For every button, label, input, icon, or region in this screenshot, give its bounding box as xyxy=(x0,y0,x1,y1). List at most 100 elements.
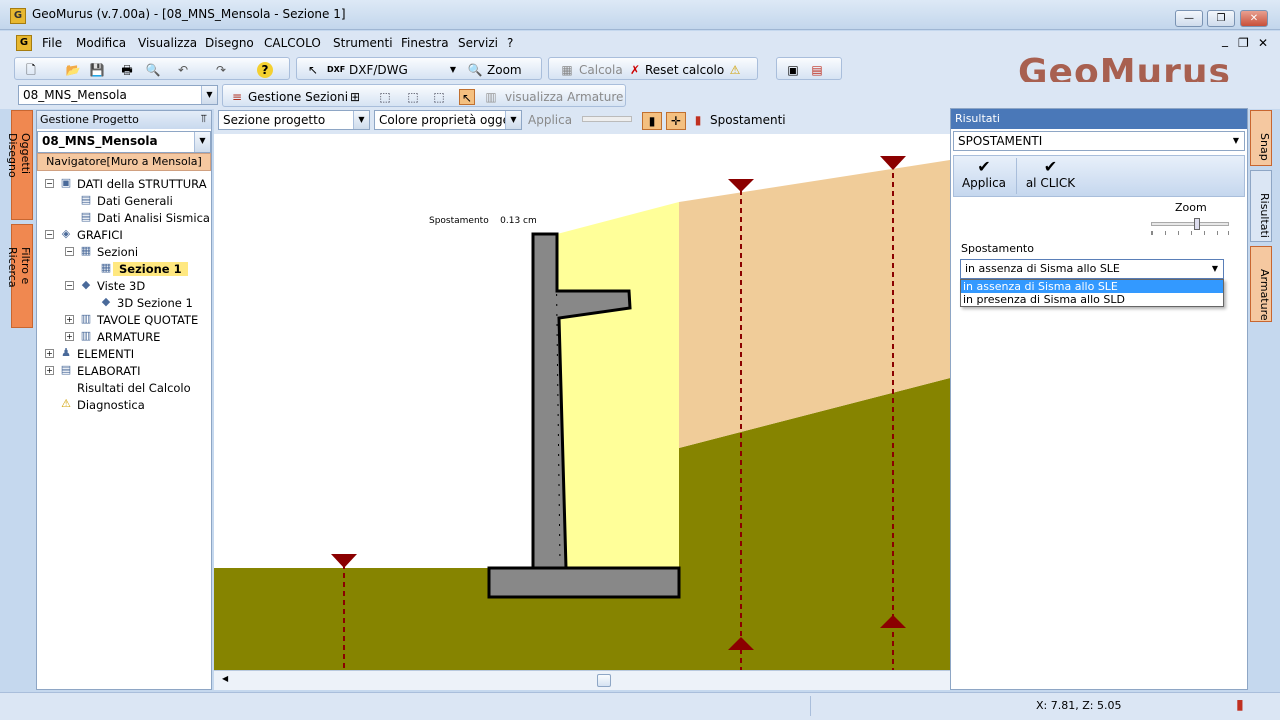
zoom-slider-track[interactable] xyxy=(1151,218,1229,230)
spostamenti-button[interactable]: Spostamenti xyxy=(710,113,786,127)
close-button[interactable]: ✕ xyxy=(1240,10,1268,27)
tree-item[interactable]: − ◈ GRAFICI xyxy=(37,226,209,243)
chart-status-icon[interactable]: ▮ xyxy=(1236,697,1244,713)
zoom-window-icon[interactable]: ⬚ xyxy=(405,89,421,105)
menu-servizi[interactable]: Servizi xyxy=(458,36,498,50)
transparency-slider[interactable] xyxy=(582,116,632,122)
dropdown-option-sld[interactable]: in presenza di Sisma allo SLD xyxy=(961,293,1223,306)
reset-calcolo-button[interactable]: Reset calcolo xyxy=(645,63,724,77)
tree-item[interactable]: − ▦ Sezioni xyxy=(37,243,209,260)
sezione-combo[interactable]: Sezione progetto ▼ xyxy=(218,110,370,130)
menu-help[interactable]: ? xyxy=(507,36,513,50)
menu-file[interactable]: File xyxy=(42,36,62,50)
help-icon[interactable]: ? xyxy=(257,62,273,78)
menu-disegno[interactable]: Disegno xyxy=(205,36,254,50)
undo-icon[interactable]: ↶ xyxy=(175,62,191,78)
visualizza-armature-button[interactable]: visualizza Armature xyxy=(505,90,623,104)
zoom-slider-thumb[interactable] xyxy=(1194,218,1200,230)
tree-item[interactable]: + ▤ ELABORATI xyxy=(37,362,209,379)
armature-icon: ▥ xyxy=(485,90,497,104)
tab-armature[interactable]: Armature xyxy=(1250,246,1272,322)
tree-item[interactable]: ▤ Dati Generali xyxy=(37,192,209,209)
scroll-left-icon[interactable]: ◀ xyxy=(222,674,228,683)
zoom-button[interactable]: Zoom xyxy=(487,63,522,77)
zoom-extents-icon[interactable]: ⬚ xyxy=(377,89,393,105)
new-file-icon[interactable]: 🗋 xyxy=(23,62,39,78)
tree-item[interactable]: ⚠ Diagnostica xyxy=(37,396,209,413)
mdi-minimize-button[interactable]: _ xyxy=(1222,33,1228,47)
menu-finestra[interactable]: Finestra xyxy=(401,36,449,50)
tree-item[interactable]: ▦ Sezione 1 xyxy=(37,260,209,277)
export-pdf-icon[interactable]: ▤ xyxy=(809,62,825,78)
pointer-icon[interactable]: ↖ xyxy=(305,62,321,78)
bar-chart-icon[interactable]: ▮ xyxy=(642,112,662,130)
tree-item[interactable]: ◆ 3D Sezione 1 xyxy=(37,294,209,311)
expand-icon[interactable]: + xyxy=(65,315,74,324)
grid-icon[interactable]: ⊞ xyxy=(347,89,363,105)
colore-combo[interactable]: Colore proprietà oggetti ▼ xyxy=(374,110,522,130)
collapse-icon[interactable]: − xyxy=(45,230,54,239)
tree-item[interactable]: − ▣ DATI della STRUTTURA xyxy=(37,175,209,192)
collapse-icon[interactable]: − xyxy=(45,179,54,188)
applica-results-button[interactable]: ✔ Applica xyxy=(956,158,1012,194)
al-click-button[interactable]: ✔ al CLICK xyxy=(1016,158,1084,194)
calcola-button[interactable]: Calcola xyxy=(579,63,623,77)
zoom-label: Zoom xyxy=(1175,201,1207,214)
dxf-dwg-button[interactable]: DXF/DWG xyxy=(349,63,408,77)
menu-visualizza[interactable]: Visualizza xyxy=(138,36,197,50)
zoom-icon: 🔍 xyxy=(467,63,483,77)
tree-node-icon: ◈ xyxy=(61,227,71,240)
menu-modifica[interactable]: Modifica xyxy=(76,36,126,50)
tree-item[interactable]: + ▥ TAVOLE QUOTATE xyxy=(37,311,209,328)
tab-oggetti-disegno[interactable]: Oggetti Disegno xyxy=(6,110,33,220)
applica-button[interactable]: Applica xyxy=(528,113,572,127)
menu-strumenti[interactable]: Strumenti xyxy=(333,36,393,50)
gestione-sezioni-button[interactable]: Gestione Sezioni xyxy=(248,90,348,104)
dxf-icon: DXF xyxy=(327,65,346,74)
spostamento-select[interactable]: in assenza di Sisma allo SLE ▼ xyxy=(960,259,1224,279)
print-preview-icon[interactable]: 🔍 xyxy=(145,62,161,78)
status-separator xyxy=(810,696,811,716)
dropdown-arrow-icon[interactable]: ▼ xyxy=(445,62,461,78)
tree-item-label: Risultati del Calcolo xyxy=(77,381,191,395)
results-panel: Risultati SPOSTAMENTI ▼ ✔ Applica ✔ al C… xyxy=(950,108,1248,690)
mdi-restore-button[interactable]: ❐ xyxy=(1238,36,1249,50)
mdi-close-button[interactable]: ✕ xyxy=(1258,36,1268,50)
tree-item[interactable]: ▤ Dati Analisi Sismica xyxy=(37,209,210,226)
project-combo[interactable]: 08_MNS_Mensola ▼ xyxy=(37,131,211,153)
reset-icon: ✗ xyxy=(629,63,641,77)
menu-calcolo[interactable]: CALCOLO xyxy=(264,36,321,50)
expand-icon[interactable]: + xyxy=(65,332,74,341)
tree-item[interactable]: + ▥ ARMATURE xyxy=(37,328,209,345)
zoom-fit-icon[interactable]: ⬚ xyxy=(431,89,447,105)
doc-icon[interactable]: G xyxy=(16,35,32,51)
warning-icon[interactable]: ⚠ xyxy=(727,62,743,78)
export-image-icon[interactable]: ▣ xyxy=(785,62,801,78)
expand-icon[interactable]: + xyxy=(45,349,54,358)
scroll-thumb[interactable] xyxy=(597,674,611,687)
file-combo[interactable]: 08_MNS_Mensola ▼ xyxy=(18,85,218,105)
tab-snap[interactable]: Snap xyxy=(1250,110,1272,166)
redo-icon[interactable]: ↷ xyxy=(213,62,229,78)
collapse-icon[interactable]: − xyxy=(65,247,74,256)
minimize-button[interactable]: — xyxy=(1175,10,1203,27)
tab-filtro-ricerca[interactable]: Filtro e Ricerca xyxy=(6,224,33,328)
collapse-icon[interactable]: − xyxy=(65,281,74,290)
open-folder-icon[interactable]: 📂 xyxy=(65,62,81,78)
tree-item[interactable]: Risultati del Calcolo xyxy=(37,379,209,396)
tree-item[interactable]: − ◆ Viste 3D xyxy=(37,277,209,294)
dropdown-option-sle[interactable]: in assenza di Sisma allo SLE xyxy=(961,280,1223,293)
restore-button[interactable]: ❐ xyxy=(1207,10,1235,27)
navigator-label: Navigatore[Muro a Mensola] xyxy=(37,153,211,171)
results-combo[interactable]: SPOSTAMENTI ▼ xyxy=(953,131,1245,151)
pin-icon[interactable]: ⫪ xyxy=(201,112,207,126)
tab-risultati[interactable]: Risultati xyxy=(1250,170,1272,242)
drawing-canvas[interactable]: Spostamento 0.13 cm xyxy=(214,134,950,670)
horizontal-scrollbar[interactable]: ◀ xyxy=(214,670,950,690)
save-icon[interactable]: 💾 xyxy=(89,62,105,78)
print-icon[interactable]: 🖶 xyxy=(119,62,135,78)
select-arrow-icon[interactable]: ↖ xyxy=(459,89,475,105)
axes-icon[interactable]: ✛ xyxy=(666,112,686,130)
expand-icon[interactable]: + xyxy=(45,366,54,375)
tree-item[interactable]: + ♟ ELEMENTI xyxy=(37,345,209,362)
